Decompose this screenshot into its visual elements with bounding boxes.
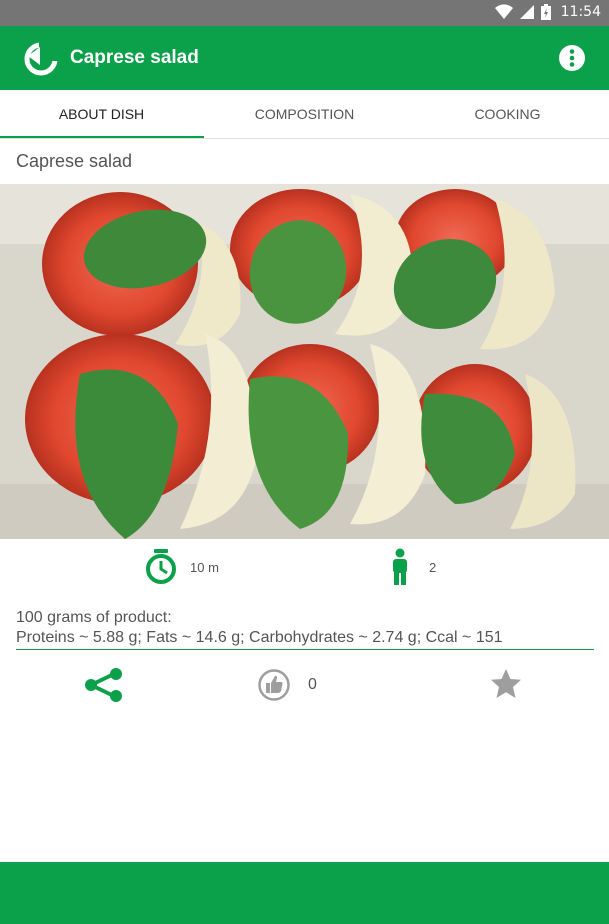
signal-icon [519, 5, 534, 19]
nutrition-info: 100 grams of product: Proteins ~ 5.88 g;… [16, 608, 594, 650]
tab-cooking[interactable]: COOKING [406, 90, 609, 138]
tab-composition[interactable]: COMPOSITION [203, 90, 406, 138]
dish-photo [0, 184, 609, 539]
thumb-up-icon[interactable] [258, 669, 290, 701]
star-icon[interactable] [489, 667, 523, 701]
more-vert-icon[interactable] [559, 45, 585, 71]
bottom-bar [0, 862, 609, 924]
status-bar: 11:54 [0, 0, 609, 26]
likes-count: 0 [308, 676, 317, 693]
tab-bar: ABOUT DISH COMPOSITION COOKING [0, 90, 609, 139]
nutrition-values: Proteins ~ 5.88 g; Fats ~ 14.6 g; Carboh… [16, 629, 503, 646]
wifi-icon [494, 4, 513, 20]
app-title: Caprese salad [70, 47, 199, 68]
battery-icon [540, 4, 551, 20]
timer-icon [146, 549, 176, 584]
active-tab-indicator [0, 136, 204, 138]
nutrition-heading: 100 grams of product: [16, 609, 172, 626]
person-icon [393, 548, 407, 585]
cooking-time-value: 10 m [190, 559, 219, 575]
share-icon[interactable] [84, 668, 124, 702]
cooking-time: 10 m [144, 549, 219, 585]
servings-value: 2 [429, 559, 437, 575]
app-bar: Caprese salad [0, 26, 609, 90]
servings: 2 [390, 548, 436, 586]
dish-name: Caprese salad [16, 151, 133, 171]
tab-about-dish[interactable]: ABOUT DISH [0, 90, 203, 138]
back-icon[interactable] [24, 42, 58, 76]
status-time: 11:54 [560, 4, 601, 20]
